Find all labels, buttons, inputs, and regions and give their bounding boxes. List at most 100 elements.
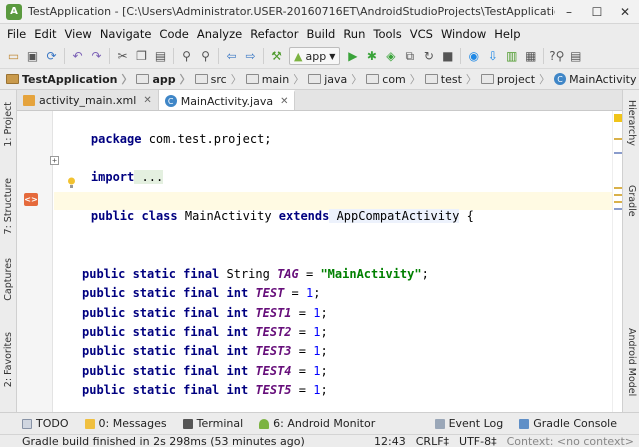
- code-line-field: public static final String TAG = "MainAc…: [82, 266, 429, 282]
- type-name: int: [219, 364, 249, 378]
- tool-tab-label: Android Model: [626, 328, 637, 397]
- left-tool-strip: 1: Project 7: Structure Captures 2: Favo…: [0, 90, 17, 412]
- keyword: public static final: [82, 344, 220, 358]
- copy-icon[interactable]: ❐: [132, 47, 151, 66]
- settings-icon[interactable]: ▤: [566, 47, 585, 66]
- menu-code[interactable]: Code: [155, 27, 192, 41]
- breadcrumb-app[interactable]: app 〉: [136, 71, 194, 87]
- tool-tab-project[interactable]: 1: Project: [1, 102, 16, 147]
- tool-tab-android-model[interactable]: Android Model: [624, 328, 639, 396]
- close-icon[interactable]: ✕: [280, 96, 288, 107]
- run-configuration-select[interactable]: ▲ app ▼: [289, 47, 341, 65]
- breadcrumb-com[interactable]: com 〉: [366, 71, 425, 87]
- menu-file[interactable]: File: [3, 27, 30, 41]
- redo-icon[interactable]: ↷: [87, 47, 106, 66]
- breadcrumb-label: java: [324, 72, 348, 86]
- chevron-right-icon: 〉: [121, 73, 133, 86]
- stop-icon[interactable]: ■: [438, 47, 457, 66]
- help-search-icon[interactable]: ?⚲: [547, 47, 566, 66]
- tool-tab-hierarchy[interactable]: Hierarchy: [624, 100, 639, 146]
- error-stripe-mark[interactable]: [614, 208, 622, 210]
- operator: =: [291, 306, 314, 320]
- rerun-icon[interactable]: ↻: [419, 47, 438, 66]
- menu-vcs[interactable]: VCS: [406, 27, 437, 41]
- warning-indicator-icon[interactable]: [614, 114, 622, 122]
- replace-icon[interactable]: ⚲: [196, 47, 215, 66]
- tool-button-label: 0: Messages: [98, 417, 167, 430]
- debug-icon[interactable]: ✱: [362, 47, 381, 66]
- menu-refactor[interactable]: Refactor: [246, 27, 302, 41]
- folder-icon: [245, 74, 259, 84]
- find-icon[interactable]: ⚲: [177, 47, 196, 66]
- minimize-button[interactable]: –: [555, 0, 583, 24]
- error-stripe-mark[interactable]: [614, 194, 622, 196]
- tool-tab-structure[interactable]: 7: Structure: [1, 178, 16, 234]
- forward-icon[interactable]: ⇨: [241, 47, 260, 66]
- run-icon[interactable]: ▶: [343, 47, 362, 66]
- close-icon[interactable]: ✕: [143, 95, 151, 106]
- tool-button-todo[interactable]: TODO: [0, 417, 77, 430]
- save-icon[interactable]: ▣: [23, 47, 42, 66]
- code-editor[interactable]: <> package com.test.project; + import ..…: [17, 111, 612, 412]
- error-stripe-mark[interactable]: [614, 138, 622, 140]
- breadcrumb-project[interactable]: TestApplication 〉: [6, 71, 136, 87]
- tab-activity-main-xml[interactable]: activity_main.xml ✕: [17, 90, 159, 110]
- breadcrumb-main[interactable]: main 〉: [245, 71, 308, 87]
- keyword: public: [90, 209, 135, 223]
- tool-tab-captures[interactable]: Captures: [1, 258, 16, 301]
- tool-button-terminal[interactable]: Terminal: [175, 417, 252, 430]
- maximize-button[interactable]: ☐: [583, 0, 611, 24]
- status-message[interactable]: Gradle build finished in 2s 298ms (53 mi…: [0, 435, 369, 447]
- tool-button-gradle-console[interactable]: Gradle Console: [511, 417, 639, 430]
- breadcrumb-project-package[interactable]: project 〉: [480, 71, 554, 87]
- context-indicator[interactable]: Context: <no context>: [502, 435, 639, 447]
- undo-icon[interactable]: ↶: [68, 47, 87, 66]
- tool-button-label: Terminal: [196, 417, 244, 430]
- menu-help[interactable]: Help: [490, 27, 524, 41]
- menu-navigate[interactable]: Navigate: [96, 27, 156, 41]
- menu-window[interactable]: Window: [437, 27, 490, 41]
- package-folder-icon: [366, 74, 380, 84]
- menu-analyze[interactable]: Analyze: [193, 27, 246, 41]
- close-button[interactable]: ✕: [611, 0, 639, 24]
- tool-tab-label: Captures: [3, 258, 14, 301]
- menu-view[interactable]: View: [61, 27, 96, 41]
- sdk-manager-icon[interactable]: ⇩: [483, 47, 502, 66]
- paste-icon[interactable]: ▤: [151, 47, 170, 66]
- sync-icon[interactable]: ⟳: [42, 47, 61, 66]
- tool-button-event-log[interactable]: Event Log: [427, 417, 512, 430]
- open-folder-icon[interactable]: ▭: [4, 47, 23, 66]
- menu-edit[interactable]: Edit: [30, 27, 60, 41]
- make-project-icon[interactable]: ⚒: [267, 47, 286, 66]
- project-structure-icon[interactable]: ▦: [521, 47, 540, 66]
- avd-manager-icon[interactable]: ◉: [464, 47, 483, 66]
- import-fold[interactable]: ...: [134, 170, 164, 184]
- tab-mainactivity-java[interactable]: C MainActivity.java ✕: [158, 90, 296, 110]
- caret-position[interactable]: 12:43: [369, 435, 411, 447]
- android-device-monitor-icon[interactable]: ▥: [502, 47, 521, 66]
- operator: =: [298, 267, 321, 281]
- fold-expand-icon[interactable]: +: [50, 156, 59, 165]
- profile-icon[interactable]: ◈: [381, 47, 400, 66]
- menu-tools[interactable]: Tools: [369, 27, 405, 41]
- tool-button-messages[interactable]: 0: Messages: [77, 417, 175, 430]
- error-stripe-mark[interactable]: [614, 187, 622, 189]
- back-icon[interactable]: ⇦: [222, 47, 241, 66]
- error-stripe-mark[interactable]: [614, 201, 622, 203]
- implemented-method-icon[interactable]: <>: [24, 193, 38, 206]
- breadcrumb-mainactivity[interactable]: C MainActivity 〉: [554, 71, 639, 87]
- breadcrumb-test[interactable]: test 〉: [424, 71, 481, 87]
- tool-tab-label: Gradle: [626, 185, 637, 217]
- tool-button-android-monitor[interactable]: 6: Android Monitor: [251, 417, 383, 430]
- menu-run[interactable]: Run: [339, 27, 369, 41]
- attach-debugger-icon[interactable]: ⧉: [400, 47, 419, 66]
- error-stripe-mark[interactable]: [614, 152, 622, 154]
- line-separator[interactable]: CRLF‡: [411, 435, 454, 447]
- breadcrumb-src[interactable]: src 〉: [194, 71, 246, 87]
- cut-icon[interactable]: ✂: [113, 47, 132, 66]
- tool-tab-favorites[interactable]: 2: Favorites: [1, 332, 16, 387]
- tool-tab-gradle[interactable]: Gradle: [624, 185, 639, 217]
- menu-build[interactable]: Build: [302, 27, 339, 41]
- breadcrumb-java[interactable]: java 〉: [308, 71, 366, 87]
- file-encoding[interactable]: UTF-8‡: [454, 435, 502, 447]
